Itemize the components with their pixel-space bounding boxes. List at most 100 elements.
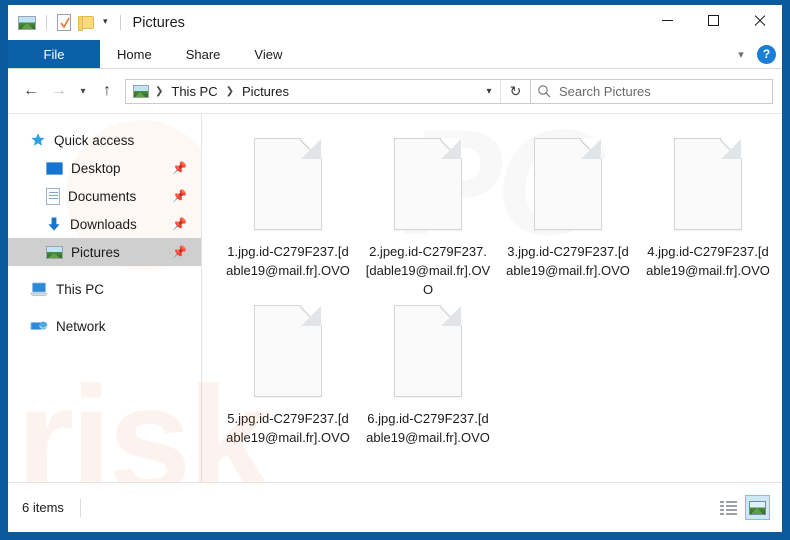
- file-icon-wrap: [387, 138, 469, 238]
- file-item[interactable]: 3.jpg.id-C279F237.[dable19@mail.fr].OVO: [498, 132, 638, 299]
- properties-icon[interactable]: [57, 14, 71, 31]
- sidebar-item-downloads[interactable]: Downloads 📌: [8, 210, 201, 238]
- tab-share[interactable]: Share: [169, 40, 238, 68]
- sidebar-gap-1: [8, 266, 201, 275]
- toolbar-divider: [46, 15, 47, 30]
- file-name: 5.jpg.id-C279F237.[dable19@mail.fr].OVO: [226, 411, 350, 445]
- window-frame: ▾ Pictures File Home Share View ▾ ? ← → …: [0, 0, 790, 540]
- search-input[interactable]: [557, 82, 772, 100]
- close-button[interactable]: [736, 5, 782, 36]
- file-list-pane[interactable]: PC 1.jpg.id-C279F237.[dable19@mail.fr].O…: [202, 114, 782, 482]
- generic-file-icon: [674, 138, 742, 230]
- file-name: 2.jpeg.id-C279F237.[dable19@mail.fr].OVO: [365, 244, 491, 297]
- customize-chevron-icon[interactable]: ▾: [101, 17, 110, 26]
- file-item[interactable]: 4.jpg.id-C279F237.[dable19@mail.fr].OVO: [638, 132, 778, 299]
- quick-access-toolbar: ▾: [8, 14, 124, 31]
- file-name: 3.jpg.id-C279F237.[dable19@mail.fr].OVO: [506, 244, 630, 278]
- tab-file[interactable]: File: [8, 40, 100, 68]
- refresh-icon[interactable]: ↻: [500, 79, 530, 103]
- sidebar-label-pictures: Pictures: [71, 244, 120, 260]
- file-icon-wrap: [247, 138, 329, 238]
- network-icon: [30, 319, 48, 334]
- sidebar-item-quick-access[interactable]: Quick access: [8, 126, 201, 154]
- new-folder-icon[interactable]: [78, 16, 94, 31]
- minimize-button[interactable]: [644, 5, 690, 36]
- ribbon-right-controls: ▾ ?: [732, 40, 776, 68]
- up-button[interactable]: ↑: [93, 77, 121, 105]
- chevron-down-icon[interactable]: ▾: [732, 45, 750, 63]
- sidebar-item-desktop[interactable]: Desktop 📌: [8, 154, 201, 182]
- status-divider: [79, 498, 81, 517]
- sidebar-item-this-pc[interactable]: This PC: [8, 275, 201, 303]
- generic-file-icon: [254, 305, 322, 397]
- sidebar-gap-2: [8, 303, 201, 312]
- help-button[interactable]: ?: [757, 44, 776, 64]
- address-bar-row: ← → ▾ ↑ ❯ This PC ❯ Pictures ▾ ↻: [8, 69, 782, 113]
- generic-file-icon: [394, 138, 462, 230]
- large-icons-view-button[interactable]: [745, 495, 770, 520]
- desktop-icon: [46, 161, 63, 175]
- status-bar: 6 items: [8, 482, 782, 532]
- downloads-icon: [46, 216, 62, 232]
- back-button[interactable]: ←: [17, 77, 45, 105]
- file-icon-wrap: [527, 138, 609, 238]
- pin-icon-documents[interactable]: 📌: [172, 189, 187, 203]
- tab-view[interactable]: View: [237, 40, 299, 68]
- generic-file-icon: [534, 138, 602, 230]
- address-bar[interactable]: ❯ This PC ❯ Pictures ▾ ↻: [125, 78, 531, 104]
- address-dropdown-icon[interactable]: ▾: [478, 80, 500, 103]
- search-box[interactable]: [531, 78, 773, 104]
- file-item[interactable]: 1.jpg.id-C279F237.[dable19@mail.fr].OVO: [218, 132, 358, 299]
- pin-icon-desktop[interactable]: 📌: [172, 161, 187, 175]
- maximize-icon: [707, 15, 719, 26]
- breadcrumb-this-pc[interactable]: This PC: [169, 82, 219, 101]
- recent-locations-button[interactable]: ▾: [73, 77, 93, 105]
- sidebar-label-quick-access: Quick access: [54, 132, 135, 148]
- toolbar-divider-2: [119, 15, 121, 30]
- breadcrumb-separator-2: ❯: [225, 85, 235, 97]
- sidebar-label-downloads: Downloads: [70, 216, 137, 232]
- breadcrumb-separator-1: ❯: [155, 85, 164, 97]
- picture-folder-icon[interactable]: [18, 15, 36, 30]
- explorer-window: ▾ Pictures File Home Share View ▾ ? ← → …: [8, 5, 782, 532]
- sidebar-item-network[interactable]: Network: [8, 312, 201, 340]
- explorer-body: Quick access Desktop 📌 Documents 📌 Downl…: [8, 113, 782, 523]
- file-icon-wrap: [387, 305, 469, 405]
- file-icon-wrap: [247, 305, 329, 405]
- details-view-button[interactable]: [716, 495, 741, 520]
- title-bar: ▾ Pictures: [8, 5, 782, 40]
- file-name: 1.jpg.id-C279F237.[dable19@mail.fr].OVO: [226, 244, 350, 278]
- pictures-icon: [46, 245, 63, 259]
- file-item[interactable]: 6.jpg.id-C279F237.[dable19@mail.fr].OVO: [358, 299, 498, 447]
- file-grid: 1.jpg.id-C279F237.[dable19@mail.fr].OVO …: [218, 132, 782, 447]
- sidebar-label-network: Network: [56, 318, 106, 334]
- file-name: 6.jpg.id-C279F237.[dable19@mail.fr].OVO: [366, 411, 490, 445]
- tab-home[interactable]: Home: [100, 40, 169, 68]
- breadcrumb-pictures-icon: [133, 84, 149, 98]
- sidebar-item-pictures[interactable]: Pictures 📌: [8, 238, 201, 266]
- documents-icon: [46, 187, 60, 205]
- window-controls: [644, 5, 782, 36]
- view-mode-buttons: [716, 495, 770, 520]
- sidebar-label-this-pc: This PC: [56, 281, 105, 297]
- ribbon-tab-strip: File Home Share View ▾ ?: [8, 40, 782, 69]
- large-icons-view-icon: [749, 500, 766, 515]
- file-icon-wrap: [667, 138, 749, 238]
- sidebar-label-desktop: Desktop: [71, 160, 121, 176]
- generic-file-icon: [254, 138, 322, 230]
- window-title: Pictures: [132, 14, 185, 31]
- close-icon: [753, 14, 766, 27]
- file-item[interactable]: 2.jpeg.id-C279F237.[dable19@mail.fr].OVO: [358, 132, 498, 299]
- sidebar-item-documents[interactable]: Documents 📌: [8, 182, 201, 210]
- forward-button[interactable]: →: [45, 77, 73, 105]
- details-view-icon: [720, 500, 737, 515]
- maximize-button[interactable]: [690, 5, 736, 36]
- sidebar-label-documents: Documents: [68, 188, 137, 204]
- breadcrumb-pictures[interactable]: Pictures: [240, 82, 291, 101]
- file-item[interactable]: 5.jpg.id-C279F237.[dable19@mail.fr].OVO: [218, 299, 358, 447]
- search-icon: [531, 84, 557, 98]
- pin-icon-pictures[interactable]: 📌: [172, 245, 187, 259]
- this-pc-icon: [30, 282, 48, 297]
- minimize-icon: [661, 20, 673, 21]
- pin-icon-downloads[interactable]: 📌: [172, 217, 187, 231]
